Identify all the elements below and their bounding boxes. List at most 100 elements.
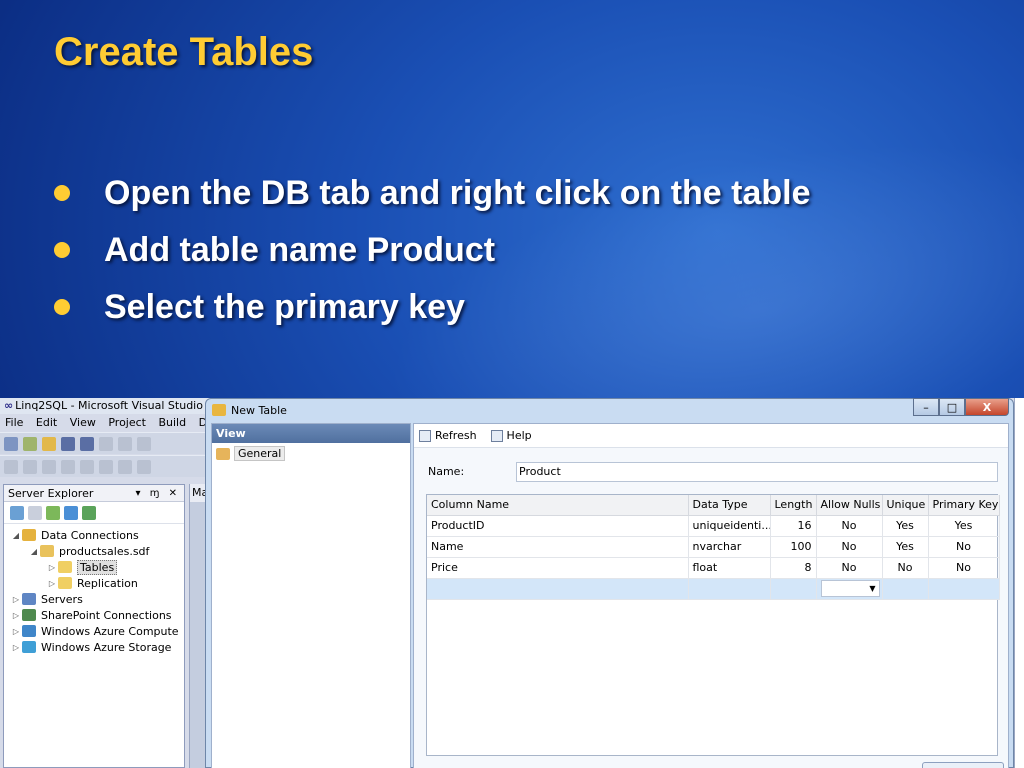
dialog-toolbar: Refresh Help (414, 424, 1008, 448)
add-item-icon[interactable] (23, 436, 37, 451)
paste-icon[interactable] (137, 436, 151, 451)
menu-view[interactable]: View (70, 416, 96, 429)
cell-primary-key[interactable]: No (928, 536, 1000, 558)
cell-length[interactable]: 100 (770, 536, 817, 558)
window-controls: – □ X (913, 398, 1009, 416)
help-button[interactable]: Help (490, 429, 532, 442)
database-icon (22, 529, 36, 541)
new-cell-column-name[interactable] (427, 578, 689, 600)
tree-node-servers[interactable]: ▷ Servers (10, 591, 83, 607)
font-size-icon[interactable] (42, 459, 56, 474)
cell-column-name[interactable]: Name (427, 536, 689, 558)
save-all-icon[interactable] (80, 436, 94, 451)
cell-data-type[interactable]: float (688, 557, 771, 579)
new-cell-primary-key[interactable] (928, 578, 1000, 600)
paragraph-icon[interactable] (61, 459, 75, 474)
outdent-icon[interactable] (23, 459, 37, 474)
view-header: View (212, 424, 410, 443)
visual-studio-window: ∞ Linq2SQL - Microsoft Visual Studio (Ad … (0, 398, 1024, 768)
table-name-input[interactable]: Product (516, 462, 998, 482)
close-button[interactable]: X (965, 398, 1009, 416)
cut-icon[interactable] (99, 436, 113, 451)
bullet-item: Add table name Product (54, 221, 811, 278)
collapsed-arrow-icon[interactable]: ▷ (46, 579, 58, 588)
table-row: Price float 8 No No No (427, 557, 1000, 579)
menu-project[interactable]: Project (108, 416, 146, 429)
cell-length[interactable]: 8 (770, 557, 817, 579)
sdf-file-icon (40, 545, 54, 557)
cell-length[interactable]: 16 (770, 515, 817, 537)
tree-node-azure-storage[interactable]: ▷ Windows Azure Storage (10, 639, 172, 655)
cell-allow-nulls[interactable]: No (816, 557, 883, 579)
tree-node-sharepoint[interactable]: ▷ SharePoint Connections (10, 607, 172, 623)
new-cell-data-type[interactable] (688, 578, 771, 600)
view-item-general[interactable]: General (216, 446, 286, 461)
cell-data-type[interactable]: uniqueidenti... (688, 515, 771, 537)
columns-grid: Column Name Data Type Length Allow Nulls… (426, 494, 1000, 756)
collapsed-arrow-icon[interactable]: ▷ (10, 611, 22, 620)
column-header[interactable]: Unique (882, 495, 929, 516)
bullet-item: Open the DB tab and right click on the t… (54, 164, 811, 221)
bullet-dot-icon (54, 241, 70, 258)
cell-primary-key[interactable]: No (928, 557, 1000, 579)
column-header[interactable]: Allow Nulls (816, 495, 883, 516)
stop-icon[interactable] (28, 505, 42, 520)
new-cell-allow-nulls[interactable]: ▼ (816, 578, 883, 600)
cell-unique[interactable]: Yes (882, 515, 929, 537)
menu-build[interactable]: Build (158, 416, 186, 429)
connect-sharepoint-icon[interactable] (82, 505, 96, 520)
column-header[interactable]: Column Name (427, 495, 689, 516)
tree-node-azure-compute[interactable]: ▷ Windows Azure Compute (10, 623, 179, 639)
cell-unique[interactable]: Yes (882, 536, 929, 558)
refresh-button[interactable]: Refresh (419, 429, 477, 442)
uncomment-icon[interactable] (137, 459, 151, 474)
ok-button[interactable] (922, 762, 1004, 768)
cell-primary-key[interactable]: Yes (928, 515, 1000, 537)
collapsed-arrow-icon[interactable]: ▷ (10, 595, 22, 604)
folder-icon (58, 577, 72, 589)
allow-nulls-dropdown[interactable]: ▼ (820, 580, 880, 597)
comment-icon[interactable] (118, 459, 132, 474)
minimize-button[interactable]: – (913, 398, 939, 416)
indent-icon[interactable] (4, 459, 18, 474)
azure-storage-icon (22, 641, 36, 653)
cell-column-name[interactable]: Price (427, 557, 689, 579)
panel-controls-icon[interactable]: ▾ ɱ ✕ (136, 488, 181, 499)
connect-database-icon[interactable] (46, 505, 60, 520)
new-cell-unique[interactable] (882, 578, 929, 600)
collapsed-arrow-icon[interactable]: ▷ (10, 627, 22, 636)
expanded-arrow-icon[interactable]: ◢ (28, 547, 40, 556)
save-icon[interactable] (61, 436, 75, 451)
server-explorer-toolbar (4, 502, 184, 524)
expanded-arrow-icon[interactable]: ◢ (10, 531, 22, 540)
tree-node-data-connections[interactable]: ◢ Data Connections (10, 527, 139, 543)
collapsed-arrow-icon[interactable]: ▷ (10, 643, 22, 652)
connect-server-icon[interactable] (64, 505, 78, 520)
tree-node-replication[interactable]: ▷ Replication (46, 575, 138, 591)
copy-icon[interactable] (118, 436, 132, 451)
column-header[interactable]: Length (770, 495, 817, 516)
cell-unique[interactable]: No (882, 557, 929, 579)
new-cell-length[interactable] (770, 578, 817, 600)
column-header[interactable]: Primary Key (928, 495, 1000, 516)
cell-column-name[interactable]: ProductID (427, 515, 689, 537)
collapsed-arrow-icon[interactable]: ▷ (46, 563, 58, 572)
refresh-icon (419, 429, 431, 442)
tree-node-tables[interactable]: ▷ Tables (46, 559, 118, 575)
menu-edit[interactable]: Edit (36, 416, 57, 429)
new-project-icon[interactable] (4, 436, 18, 451)
align-right-icon[interactable] (99, 459, 113, 474)
menu-file[interactable]: File (5, 416, 23, 429)
align-left-icon[interactable] (80, 459, 94, 474)
cell-allow-nulls[interactable]: No (816, 515, 883, 537)
refresh-icon[interactable] (10, 505, 24, 520)
open-file-icon[interactable] (42, 436, 56, 451)
vs-text-toolbar (0, 455, 210, 477)
cell-allow-nulls[interactable]: No (816, 536, 883, 558)
maximize-button[interactable]: □ (939, 398, 965, 416)
column-header[interactable]: Data Type (688, 495, 771, 516)
tree-node-productsales[interactable]: ◢ productsales.sdf (28, 543, 150, 559)
dialog-title: New Table (231, 403, 287, 417)
bullet-text: Add table name Product (104, 230, 496, 269)
cell-data-type[interactable]: nvarchar (688, 536, 771, 558)
